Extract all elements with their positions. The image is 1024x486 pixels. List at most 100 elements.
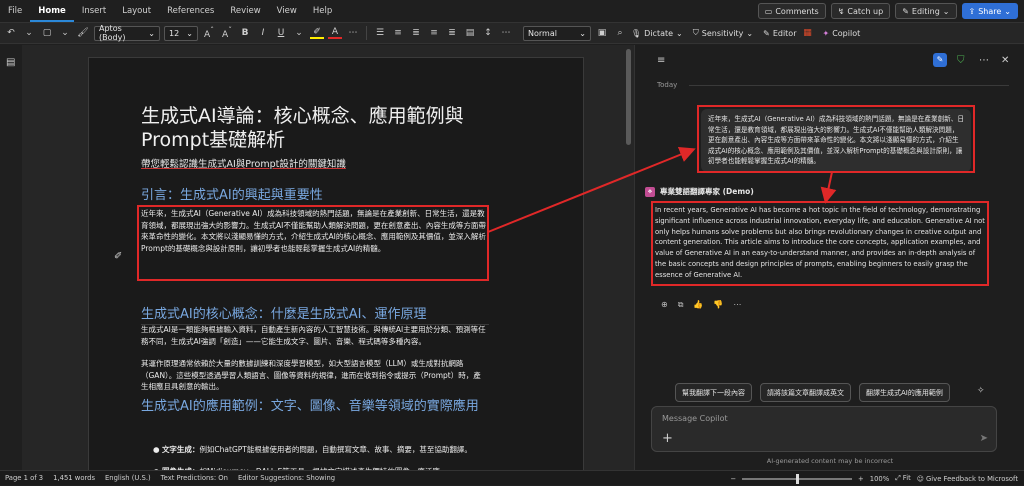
zoom-slider[interactable] [742, 473, 853, 484]
suggestion-chip[interactable]: 請將該篇文章翻譯成英文 [760, 383, 851, 402]
zoom-slider-thumb[interactable] [795, 473, 799, 484]
message-placeholder: Message Copilot [662, 414, 728, 423]
heading-intro: 引言：生成式AI的興起與重要性 [141, 188, 323, 203]
align-center-icon[interactable]: ≡ [427, 28, 441, 38]
insert-icon[interactable]: ⊕ [661, 300, 668, 310]
add-icon[interactable]: + [662, 431, 673, 446]
heading-applications: 生成式AI的應用範例：文字、圖像、音樂等領域的實際應用 [141, 399, 479, 414]
format-painter-icon[interactable]: 🖌 [76, 28, 90, 38]
font-color-icon[interactable]: A [328, 27, 342, 39]
bullets-icon[interactable]: ☰ [373, 28, 387, 38]
comment-icon: ▭ [764, 6, 773, 16]
chevron-down-icon[interactable]: ⌄ [22, 28, 36, 38]
thumbs-down-icon[interactable]: 👎 [713, 300, 723, 310]
menu-icon[interactable]: ≡ [657, 55, 665, 66]
editor-button[interactable]: ✎ Editor [763, 29, 796, 38]
language-indicator[interactable]: English (U.S.) [100, 474, 156, 482]
suggestion-chip[interactable]: 幫我翻譯下一段內容 [675, 383, 752, 402]
new-chat-icon[interactable]: ✎ [933, 53, 947, 67]
agent-name: 專業雙語翻譯專家 (Demo) [660, 187, 754, 196]
fit-button[interactable]: ⤢ Fit [895, 474, 911, 483]
align-right-icon[interactable]: ≣ [445, 28, 459, 38]
menu-references[interactable]: References [159, 0, 222, 22]
add-ins-icon[interactable]: ▦ [801, 28, 815, 38]
message-input[interactable]: Message Copilot + ➤ [651, 406, 997, 452]
menu-home[interactable]: Home [30, 0, 74, 22]
send-icon[interactable]: ➤ [980, 433, 988, 444]
agent-header: ⟡ 專業雙語翻譯專家 (Demo) [645, 186, 754, 197]
menu-insert[interactable]: Insert [74, 0, 114, 22]
zoom-in-icon[interactable]: + [858, 475, 864, 483]
bold-icon[interactable]: B [238, 28, 252, 38]
menu-view[interactable]: View [269, 0, 305, 22]
font-size-select[interactable]: 12 ⌄ [164, 25, 198, 41]
copilot-margin-icon[interactable]: ✐ [114, 251, 122, 262]
response-actions: ⊕ ⧉ 👍 👎 ⋯ [661, 300, 741, 310]
prompt-guide-icon[interactable]: ✧ [977, 386, 985, 396]
font-family-select[interactable]: Aptos (Body) ⌄ [94, 24, 160, 42]
list-item[interactable]: ● 文字生成：例如ChatGPT能根據使用者的問題，自動撰寫文章、故事、摘要，甚… [153, 444, 483, 456]
menu-file[interactable]: File [0, 0, 30, 22]
align-left-icon[interactable]: ≣ [409, 28, 423, 38]
navigation-pane-icon[interactable]: ▤ [6, 57, 15, 68]
feedback-button[interactable]: ☺ Give Feedback to Microsoft [917, 475, 1018, 483]
more-icon[interactable]: ⋯ [346, 28, 360, 38]
more-icon[interactable]: ⋯ [499, 28, 513, 38]
word-count[interactable]: 1,451 words [48, 474, 100, 482]
core-paragraph-1[interactable]: 生成式AI是一類能夠根據輸入資料，自動產生新內容的人工智慧技術。與傳統AI主要用… [141, 324, 486, 347]
dictate-button[interactable]: 🎙 Dictate ⌄ [631, 29, 683, 38]
ai-disclaimer: AI-generated content may be incorrect [766, 457, 894, 465]
chevron-down-icon: ⌄ [1004, 6, 1011, 16]
document-canvas[interactable]: 生成式AI導論：核心概念、應用範例與Prompt基礎解析 帶您輕鬆認識生成式AI… [22, 45, 634, 477]
editor-suggestions-status[interactable]: Editor Suggestions: Showing [233, 474, 340, 482]
copy-icon[interactable]: ⧉ [678, 300, 684, 310]
copilot-button[interactable]: ✦ Copilot [823, 29, 861, 38]
microphone-icon: 🎙 [631, 28, 642, 38]
editor-icon: ✎ [763, 28, 770, 38]
underline-icon[interactable]: U [274, 28, 288, 38]
more-options-icon[interactable]: ⋯ [979, 55, 989, 66]
chevron-down-icon: ⌄ [676, 28, 683, 38]
comments-button[interactable]: ▭ Comments [757, 3, 826, 19]
catch-up-button[interactable]: ↯ Catch up [830, 3, 891, 19]
zoom-level[interactable]: 100% [870, 475, 889, 483]
close-icon[interactable]: ✕ [1001, 55, 1009, 66]
page-count[interactable]: Page 1 of 3 [0, 474, 48, 482]
document-scrollbar[interactable] [626, 49, 631, 145]
feedback-icon: ☺ [916, 474, 924, 483]
line-spacing-icon[interactable]: ↕ [481, 28, 495, 38]
more-options-icon[interactable]: ⋯ [733, 300, 741, 310]
sensitivity-button[interactable]: ⛉ Sensitivity ⌄ [693, 28, 753, 38]
undo-icon[interactable]: ↶ [4, 28, 18, 38]
suggestion-chip[interactable]: 翻譯生成式AI的應用範例 [859, 383, 950, 402]
chevron-down-icon[interactable]: ⌄ [292, 28, 306, 38]
menu-bar: File Home Insert Layout References Revie… [0, 0, 1024, 22]
justify-icon[interactable]: ▤ [463, 28, 477, 38]
style-select[interactable]: Normal ⌄ [523, 25, 591, 41]
shrink-font-icon[interactable]: Aˇ [220, 26, 234, 40]
menu-review[interactable]: Review [222, 0, 268, 22]
find-icon[interactable]: ⌕ [613, 28, 627, 38]
menu-help[interactable]: Help [305, 0, 340, 22]
core-paragraph-2[interactable]: 其運作原理通常依賴於大量的數據訓練和深度學習模型，如大型語言模型（LLM）或生成… [141, 358, 486, 393]
thumbs-up-icon[interactable]: 👍 [693, 300, 703, 310]
share-icon: ⇪ [968, 6, 976, 16]
styles-pane-icon[interactable]: ▣ [595, 28, 609, 38]
agent-avatar: ⟡ [645, 186, 655, 197]
highlight-icon[interactable]: ✐ [310, 27, 324, 39]
italic-icon[interactable]: I [256, 28, 270, 38]
chevron-down-icon[interactable]: ⌄ [58, 28, 72, 38]
grow-font-icon[interactable]: Aˆ [202, 26, 216, 40]
document-page[interactable]: 生成式AI導論：核心概念、應用範例與Prompt基礎解析 帶您輕鬆認識生成式AI… [88, 57, 584, 477]
zoom-out-icon[interactable]: − [730, 475, 736, 483]
copilot-pane: ≡ ✎ ⛉ ⋯ ✕ Today 近年來，生成式AI（Generative AI）… [634, 45, 1024, 470]
share-button[interactable]: ⇪ Share ⌄ [961, 3, 1018, 19]
menu-layout[interactable]: Layout [114, 0, 159, 22]
ribbon-divider [366, 26, 367, 40]
clipboard-icon[interactable]: ▢ [40, 28, 54, 38]
numbering-icon[interactable]: ≡ [391, 28, 405, 38]
text-predictions-status[interactable]: Text Predictions: On [156, 474, 233, 482]
status-bar: Page 1 of 3 1,451 words English (U.S.) T… [0, 470, 1024, 485]
editing-mode-button[interactable]: ✎ Editing ⌄ [895, 3, 957, 19]
shield-check-icon[interactable]: ⛉ [957, 55, 965, 66]
